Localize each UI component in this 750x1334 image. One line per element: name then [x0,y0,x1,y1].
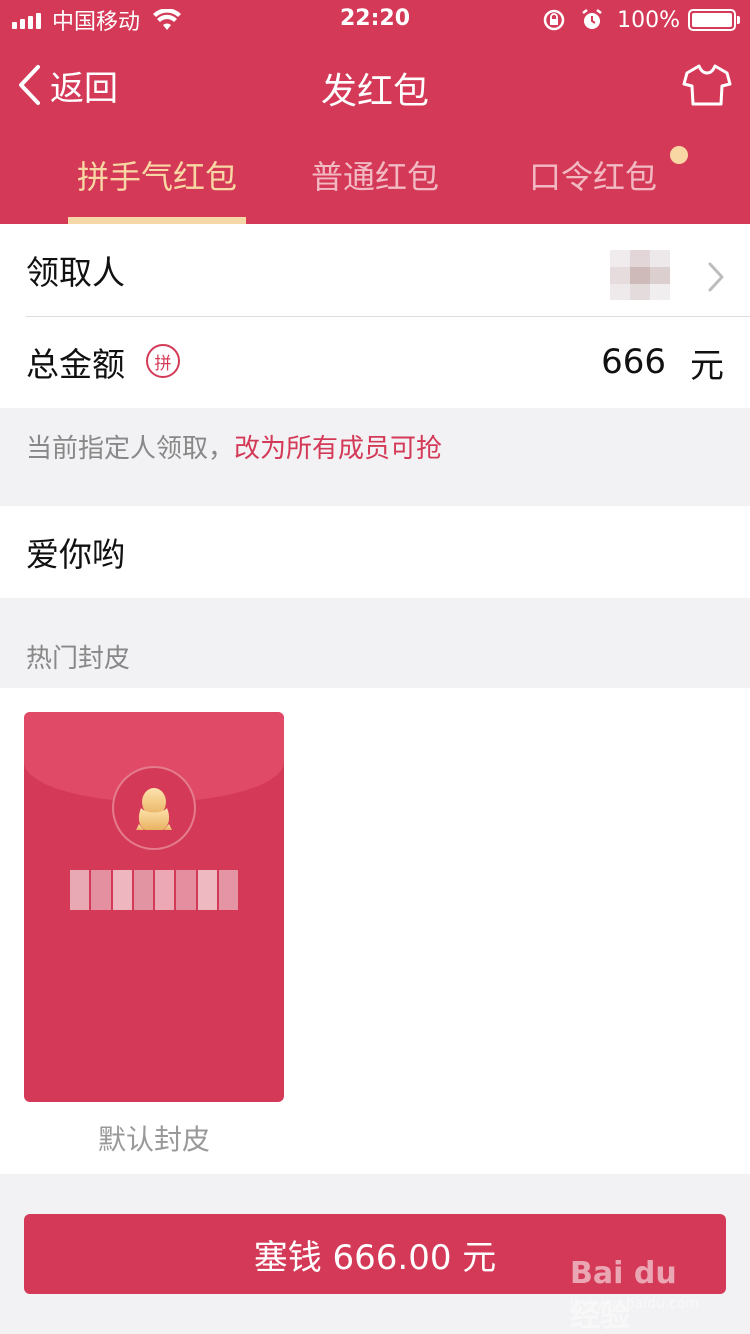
amount-input[interactable]: 666 [601,342,666,382]
back-button[interactable]: 返回 [16,62,118,109]
avatar [610,250,670,300]
new-badge-dot [670,146,688,164]
tab-label: 拼手气红包 [76,158,237,196]
recipient-hint: 当前指定人领取，改为所有成员可抢 [26,428,442,465]
back-label: 返回 [50,68,118,109]
message-input[interactable]: 爱你哟 [26,528,125,576]
seal [114,768,194,848]
nav-bar: 返回 发红包 [0,52,750,118]
penguin-icon [136,788,172,830]
message-section: 爱你哟 [0,506,750,598]
total-amount-row: 总金额 拼 666 元 [0,316,750,408]
tab-label: 普通红包 [310,158,439,196]
battery-percent: 100% [617,7,680,33]
hint-text: 当前指定人领取， [26,434,235,464]
alarm-icon [582,9,602,29]
shirt-icon[interactable] [682,62,732,108]
cover-caption: 默认封皮 [97,1123,210,1156]
rotation-lock-icon [543,9,565,31]
tab-label: 口令红包 [528,158,657,196]
submit-money-button[interactable]: 塞钱 666.00 元 [24,1214,726,1294]
covers-section-title: 热门封皮 [26,644,131,674]
recipient-label: 领取人 [26,253,125,292]
recipient-row[interactable]: 领取人 [0,224,750,316]
red-envelope-cover-default[interactable] [24,712,284,1102]
chevron-left-icon [19,65,40,105]
blurred-name [70,870,240,910]
tab-bar: 拼手气红包 普通红包 口令红包 [0,140,750,224]
tab-active-indicator [68,217,246,224]
chevron-right-icon [708,262,724,292]
tab-normal-packet[interactable]: 普通红包 [300,152,450,224]
message-row[interactable]: 爱你哟 [0,506,750,598]
tab-password-packet[interactable]: 口令红包 [518,146,688,224]
tab-lucky-packet[interactable]: 拼手气红包 [68,152,246,224]
total-amount-label: 总金额 [26,345,125,384]
watermark-url: jingyan.baidu.com [570,1296,700,1312]
header: 中国移动 22:20 100% 返回 发红包 拼手气红包 普通红包 口令红包 [0,0,750,224]
status-bar: 中国移动 22:20 100% [0,0,750,40]
allow-all-members-link[interactable]: 改为所有成员可抢 [234,434,442,464]
pin-badge: 拼 [146,344,180,378]
battery-icon [688,9,740,31]
amount-unit: 元 [690,345,724,386]
form-section: 领取人 总金额 拼 666 元 [0,224,750,408]
